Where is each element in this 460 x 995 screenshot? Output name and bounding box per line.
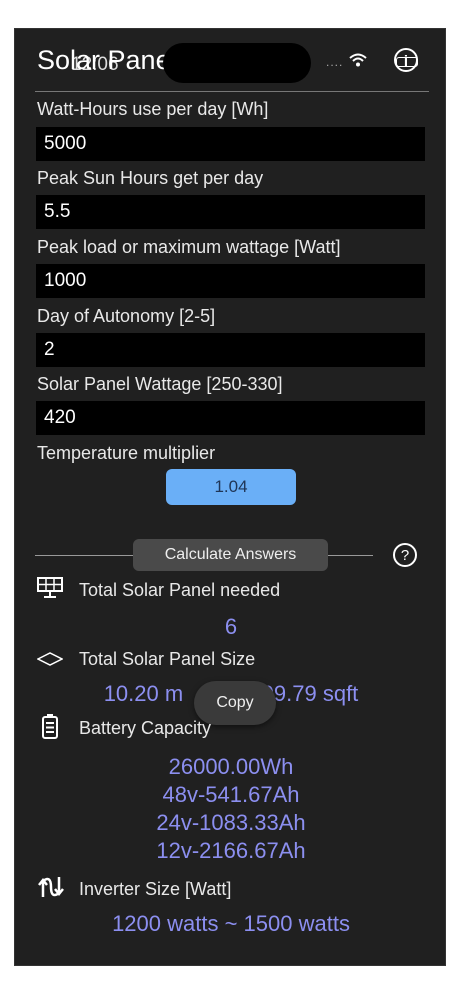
dynamic-island [163, 43, 311, 83]
sun-hours-field[interactable]: 5.5 [36, 195, 425, 229]
battery-capacity-icon [37, 713, 63, 739]
help-icon[interactable]: ? [393, 543, 417, 567]
temperature-label: Temperature multiplier [37, 443, 216, 463]
calculate-button[interactable]: Calculate Answers [133, 539, 328, 571]
battery-48v-value: 48v-541.67Ah [162, 782, 300, 807]
solar-panel-icon [37, 577, 63, 601]
divider-left [35, 555, 135, 556]
battery-24v-value: 24v-1083.33Ah [156, 810, 306, 835]
battery-capacity-label: Battery Capacity [79, 718, 212, 738]
panel-wattage-field[interactable]: 420 [36, 401, 425, 435]
sun-hours-label: Peak Sun Hours get per day [37, 168, 264, 188]
inverter-size-value: 1200 watts ~ 1500 watts [112, 911, 350, 936]
peak-load-label: Peak load or maximum wattage [Watt] [37, 237, 341, 257]
app-screen: Solar Pane or 12:06 .... i Watt-Hours us… [14, 28, 446, 966]
autonomy-label: Day of Autonomy [2-5] [37, 306, 216, 326]
panels-needed-value: 6 [224, 614, 238, 639]
inverter-icon [37, 875, 64, 899]
signal-icon: .... [326, 53, 367, 71]
battery-wh-value: 26000.00Wh [168, 754, 294, 779]
info-icon[interactable]: i [394, 48, 418, 72]
panel-size-label: Total Solar Panel Size [79, 649, 256, 669]
autonomy-field[interactable]: 2 [36, 333, 425, 367]
watt-hours-field[interactable]: 5000 [36, 127, 425, 161]
header-divider [35, 91, 429, 92]
wifi-icon [349, 53, 367, 67]
temperature-button[interactable]: 1.04 [166, 469, 296, 505]
battery-12v-value: 12v-2166.67Ah [156, 838, 306, 863]
panel-wattage-label: Solar Panel Wattage [250-330] [37, 374, 283, 394]
watt-hours-label: Watt-Hours use per day [Wh] [37, 99, 269, 119]
divider-right [327, 555, 373, 556]
status-time: 12:06 [71, 54, 119, 75]
panel-size-icon [36, 649, 64, 673]
panels-needed-label: Total Solar Panel needed [79, 580, 281, 600]
peak-load-field[interactable]: 1000 [36, 264, 425, 298]
inverter-size-label: Inverter Size [Watt] [79, 879, 232, 899]
